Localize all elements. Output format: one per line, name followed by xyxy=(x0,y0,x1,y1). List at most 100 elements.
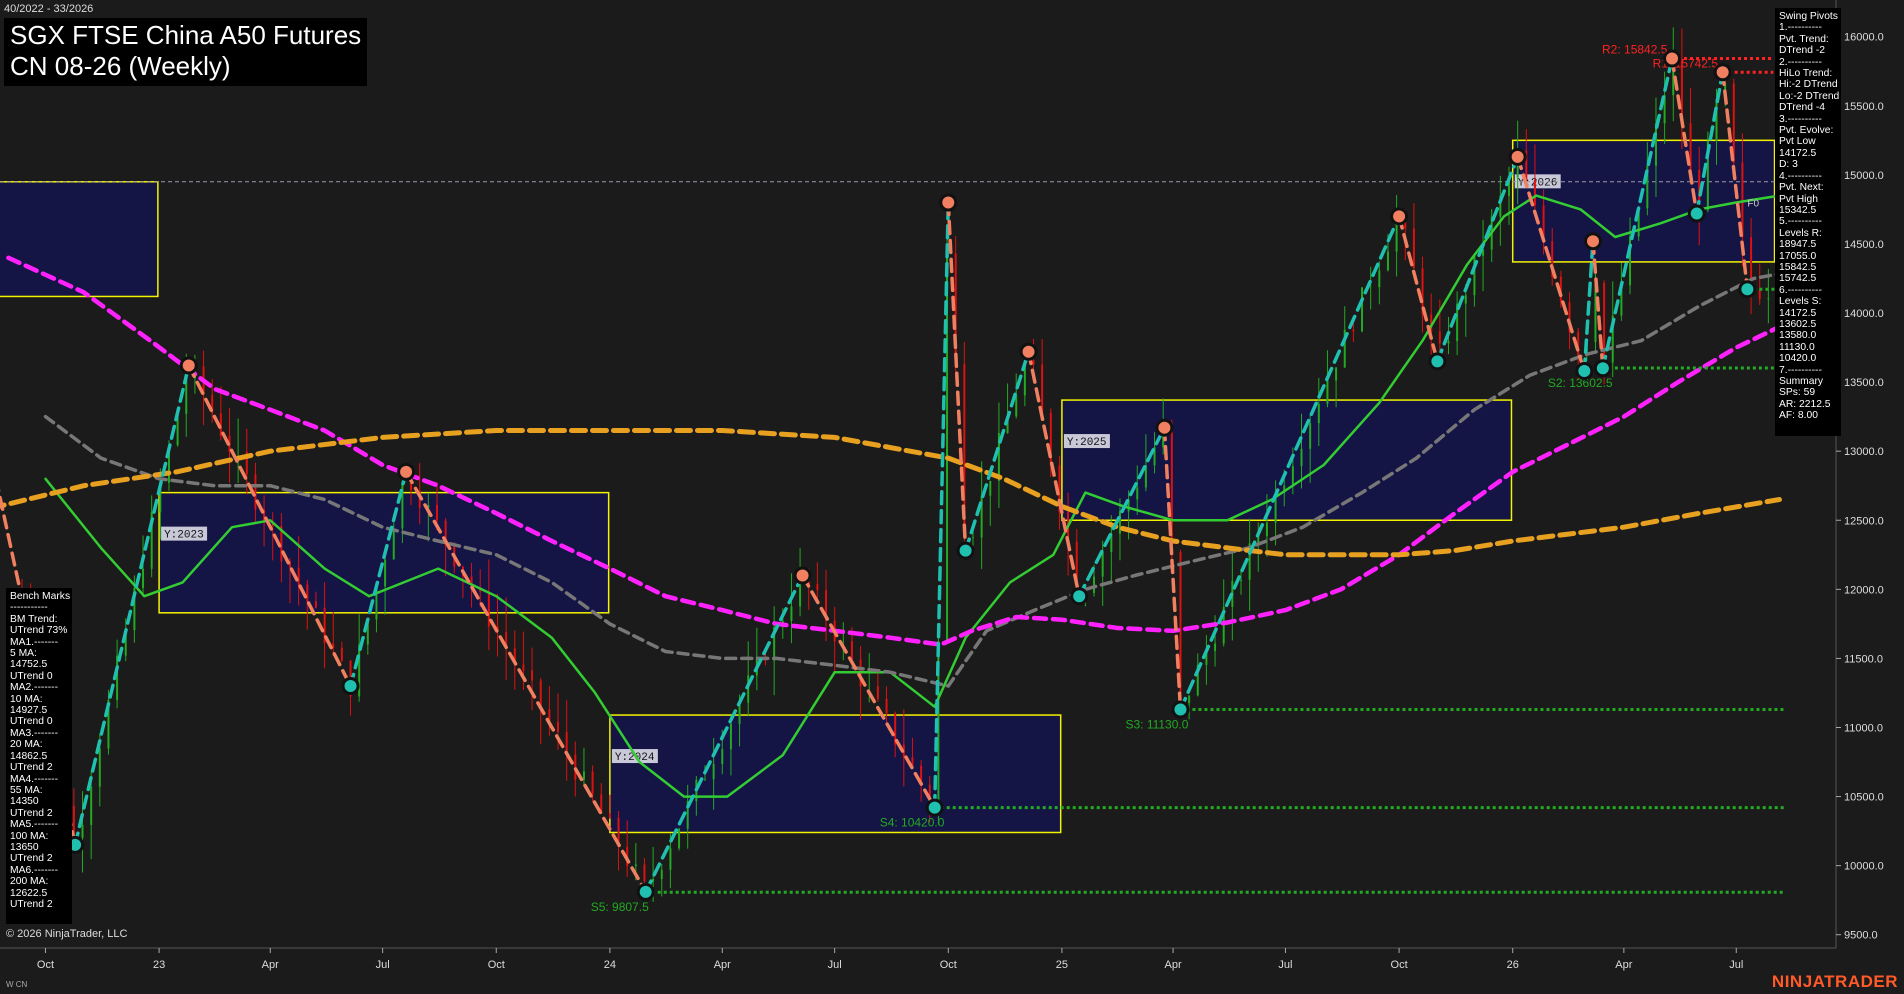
x-tick-label: Jul xyxy=(1729,959,1743,971)
chart-title: SGX FTSE China A50 Futures xyxy=(10,20,362,50)
swing-pivot-point xyxy=(1171,700,1190,719)
swing-pivot-point xyxy=(1019,342,1038,361)
y-tick-label: 13500.0 xyxy=(1844,377,1884,389)
bench-marks-panel: Bench Marks ----------- BM Trend: UTrend 73… xyxy=(6,588,72,924)
swing-pivot-point xyxy=(793,566,812,585)
y-tick-label: 14500.0 xyxy=(1844,239,1884,251)
swing-pivots-line: 11130.0 xyxy=(1779,341,1815,353)
swing-pivots-line: 14172.5 xyxy=(1779,307,1817,319)
x-tick-label: 23 xyxy=(153,959,165,971)
price-marker-label: F0 xyxy=(1747,199,1759,210)
y-tick-label: 11500.0 xyxy=(1844,653,1883,665)
swing-pivots-line: 15842.5 xyxy=(1779,261,1817,273)
bench-marks-line: 5 MA: xyxy=(10,648,37,660)
y-tick-label: 14000.0 xyxy=(1844,308,1884,320)
year-box-label: Y:2023 xyxy=(164,530,204,542)
swing-pivot-point xyxy=(1508,147,1527,166)
bench-marks-line: 14927.5 xyxy=(10,705,48,717)
bench-marks-line: MA6.------- xyxy=(10,864,59,876)
y-tick-label: 12000.0 xyxy=(1844,584,1884,596)
bench-marks-line: UTrend 2 xyxy=(10,898,53,910)
bench-marks-line: MA4.------- xyxy=(10,773,59,785)
y-tick-label: 10000.0 xyxy=(1844,861,1884,873)
swing-pivots-line: 18947.5 xyxy=(1779,239,1817,251)
swing-pivot-point xyxy=(939,193,958,212)
x-tick-label: Apr xyxy=(714,959,731,971)
swing-pivots-line: D: 3 xyxy=(1779,159,1798,171)
x-tick-label: Jul xyxy=(376,959,390,971)
x-tick-label: Jul xyxy=(828,959,842,971)
y-tick-label: 15500.0 xyxy=(1844,101,1884,113)
swing-pivot-point xyxy=(1713,63,1732,82)
x-tick-label: Oct xyxy=(940,959,957,971)
bench-marks-line: Bench Marks xyxy=(10,591,71,602)
x-tick-label: Oct xyxy=(488,959,505,971)
swing-pivots-line: Hi:-2 DTrend xyxy=(1779,79,1838,91)
swing-pivot-point xyxy=(1687,204,1706,223)
level-label: R2: 15842.5 xyxy=(1602,42,1668,56)
swing-pivots-line: 10420.0 xyxy=(1779,353,1817,365)
y-tick-label: 9500.0 xyxy=(1844,930,1878,942)
x-tick-label: 24 xyxy=(604,959,616,971)
year-box-label: Y:2025 xyxy=(1067,437,1107,449)
x-tick-label: Apr xyxy=(1615,959,1632,971)
swing-pivots-line: 2.---------- xyxy=(1779,56,1822,68)
swing-pivot-point xyxy=(925,798,944,817)
swing-pivot-point xyxy=(179,356,198,375)
bench-marks-line: UTrend 0 xyxy=(10,716,53,728)
y-tick-label: 15000.0 xyxy=(1844,170,1884,182)
x-tick-label: Oct xyxy=(1391,959,1408,971)
swing-pivots-line: Pvt. Trend: xyxy=(1779,33,1829,45)
chart-subtitle: CN 08-26 (Weekly) xyxy=(10,51,231,81)
bench-marks-line: 55 MA: xyxy=(10,784,43,796)
swing-pivots-line: Lo:-2 DTrend xyxy=(1779,90,1840,102)
bench-marks-line: MA5.------- xyxy=(10,819,59,831)
bench-marks-line: 10 MA: xyxy=(10,693,43,705)
x-tick-label: 26 xyxy=(1507,959,1519,971)
swing-pivots-line: HiLo Trend: xyxy=(1779,68,1833,80)
swing-pivots-line: 14172.5 xyxy=(1779,147,1817,159)
swing-pivots-line: Pvt. Next: xyxy=(1779,182,1824,194)
swing-pivots-line: AR: 2212.5 xyxy=(1779,398,1831,410)
bench-marks-line: 100 MA: xyxy=(10,830,49,842)
bench-marks-line: UTrend 0 xyxy=(10,670,53,682)
swing-pivot-point xyxy=(1428,352,1447,371)
swing-pivots-line: Pvt. Evolve: xyxy=(1779,125,1834,137)
x-tick-label: Oct xyxy=(37,959,54,971)
swing-pivot-point xyxy=(1663,49,1682,68)
bench-marks-line: ----------- xyxy=(10,602,48,614)
date-range-label: 40/2022 - 33/2026 xyxy=(4,3,94,15)
year-range-box xyxy=(0,181,159,298)
bench-marks-line: BM Trend: xyxy=(10,613,58,625)
bench-marks-line: 200 MA: xyxy=(10,876,49,888)
bench-marks-line: UTrend 2 xyxy=(10,762,53,774)
swing-pivots-line: 13580.0 xyxy=(1779,330,1817,342)
bench-marks-line: 14862.5 xyxy=(10,750,48,762)
swing-pivot-point xyxy=(1583,232,1602,251)
swing-pivots-line: 15342.5 xyxy=(1779,204,1817,216)
swing-pivots-line: Levels R: xyxy=(1779,227,1822,239)
swing-pivots-line: 3.---------- xyxy=(1779,113,1822,125)
swing-pivots-line: 13602.5 xyxy=(1779,318,1817,330)
swing-pivots-line: 7.---------- xyxy=(1779,364,1822,376)
price-chart: 9500.0 10000.0 10500.0 11000.0 11500.0 12000.… xyxy=(0,0,1904,994)
x-tick-label: Apr xyxy=(262,959,279,971)
swing-pivot-point xyxy=(1390,207,1409,226)
swing-pivot-point xyxy=(1738,280,1757,299)
y-tick-label: 12500.0 xyxy=(1844,515,1884,527)
level-label: R1: 15742.5 xyxy=(1653,56,1719,70)
swing-pivots-panel: Swing Pivots 1.---------- Pvt. Trend: DTren… xyxy=(1775,8,1841,436)
bench-marks-line: UTrend 2 xyxy=(10,853,53,865)
y-tick-label: 10500.0 xyxy=(1844,792,1884,804)
bench-marks-line: 20 MA: xyxy=(10,739,43,751)
level-label: S4: 10420.0 xyxy=(880,816,945,830)
x-tick-label: 25 xyxy=(1056,959,1068,971)
y-tick-label: 13000.0 xyxy=(1844,446,1884,458)
swing-pivots-line: 1.---------- xyxy=(1779,22,1822,34)
swing-pivots-line: SPs: 59 xyxy=(1779,387,1816,399)
swing-pivot-point xyxy=(1575,362,1594,381)
bench-marks-line: 13650 xyxy=(10,841,39,853)
swing-pivots-line: Pvt Low xyxy=(1779,136,1816,148)
bench-marks-line: 14350 xyxy=(10,796,39,808)
swing-pivots-line: DTrend -4 xyxy=(1779,102,1825,114)
